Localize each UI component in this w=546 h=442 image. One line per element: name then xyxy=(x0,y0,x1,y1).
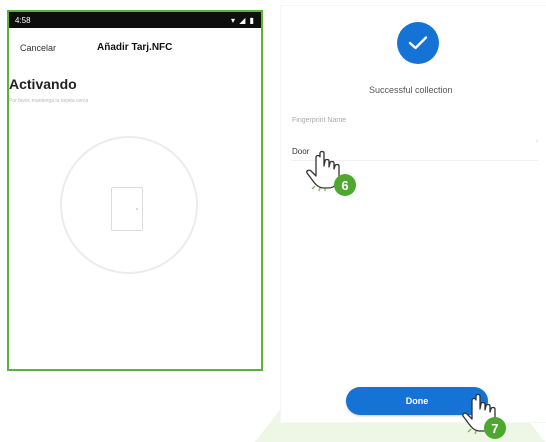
door-icon xyxy=(111,187,143,231)
step-7-badge: 7 xyxy=(484,417,506,439)
chevron-right-icon: › xyxy=(536,138,539,145)
step-6-badge: 6 xyxy=(334,174,356,196)
door-knob xyxy=(136,208,138,210)
page-title: Añadir Tarj.NFC xyxy=(97,42,173,53)
fingerprint-name-label: Fingerprint Name xyxy=(292,117,347,124)
status-time: 4:58 xyxy=(15,15,31,25)
nav-bar: Cancelar Añadir Tarj.NFC xyxy=(9,28,261,70)
success-check-icon xyxy=(397,22,439,64)
status-bar: 4:58 ▾ ◢ ▮ xyxy=(9,12,261,28)
right-phone-screen xyxy=(281,6,546,422)
cancel-button[interactable]: Cancelar xyxy=(20,43,56,53)
activating-heading: Activando xyxy=(9,76,77,92)
status-icons: ▾ ◢ ▮ xyxy=(230,15,255,25)
activating-subtitle: Por favor, mantenga la tarjeta cerca xyxy=(9,98,89,104)
success-message: Successful collection xyxy=(369,85,453,95)
